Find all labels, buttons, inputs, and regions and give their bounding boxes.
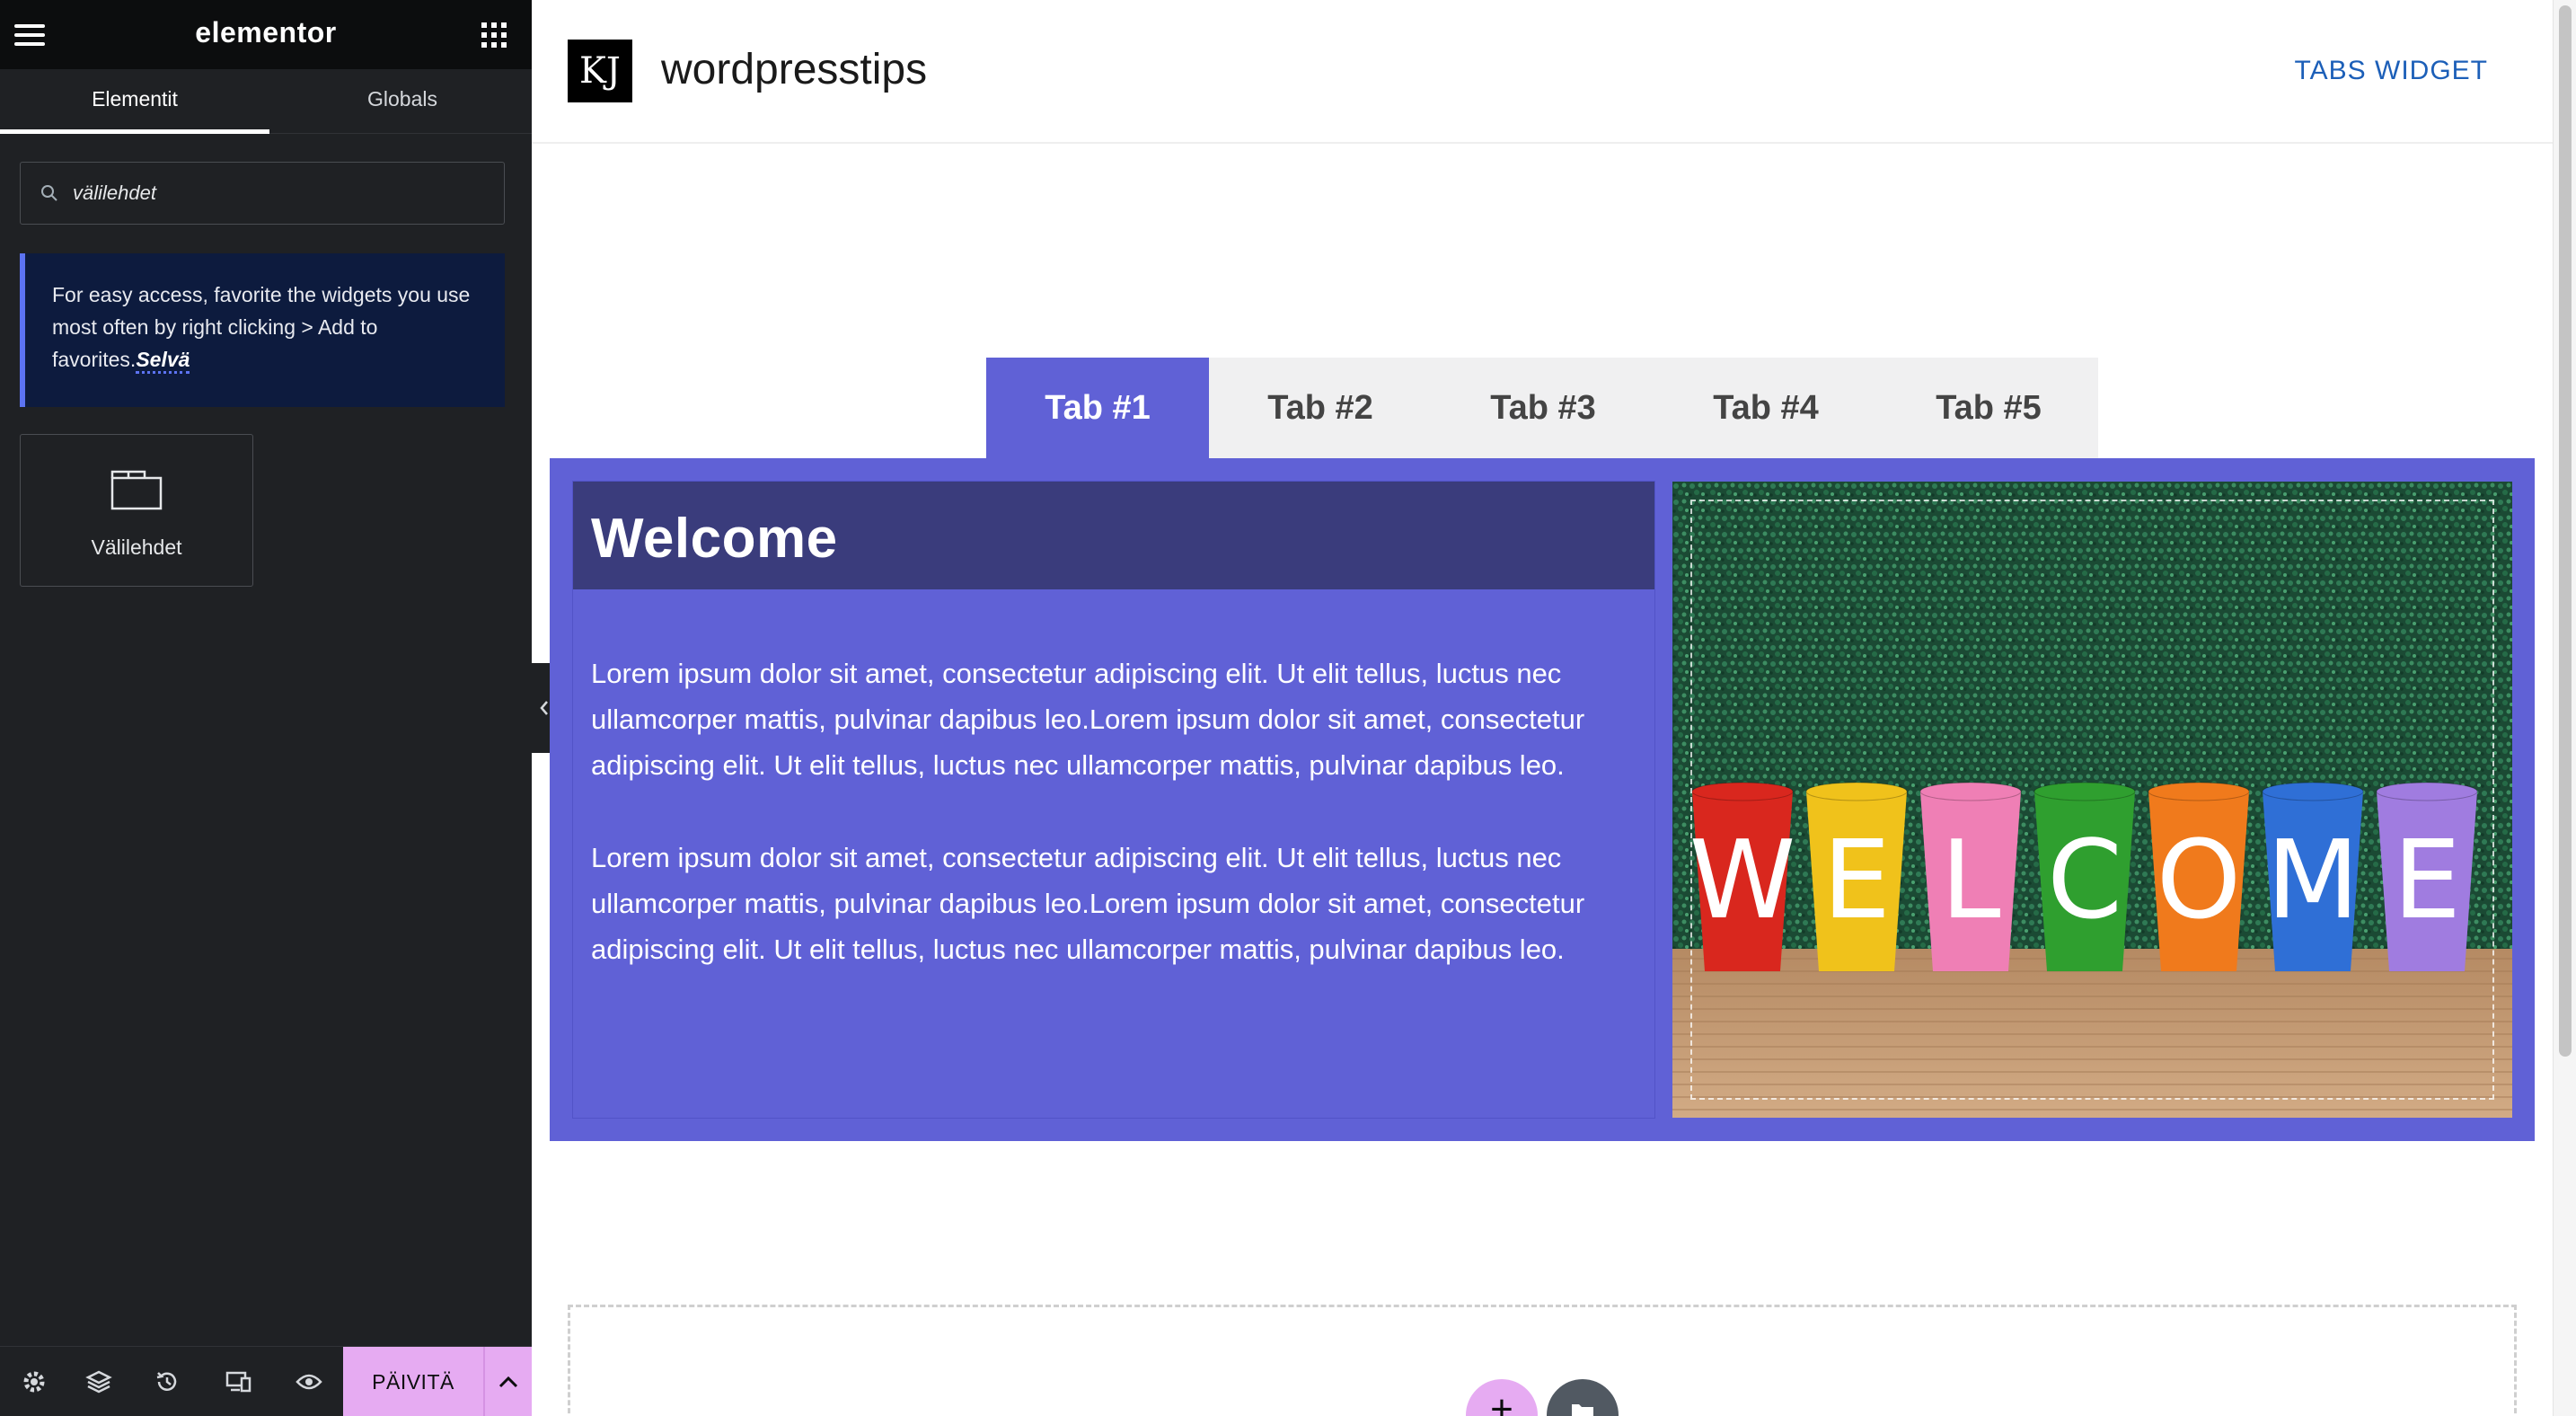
welcome-pot-letter: W [1689,819,1796,943]
chevron-up-icon [498,1376,518,1388]
folder-icon [1572,1404,1593,1416]
welcome-pot-rim [2376,782,2478,801]
search-input[interactable] [73,173,486,213]
preview-icon[interactable] [275,1347,343,1416]
site-logo[interactable]: KJ [568,40,632,102]
welcome-pot-rim [2148,782,2250,801]
chevron-left-icon [540,701,548,715]
welcome-pot-letter: C [2047,819,2122,943]
tab-4[interactable]: Tab #4 [1654,358,1877,458]
widgets-grid-icon[interactable] [481,22,507,48]
responsive-icon[interactable] [205,1347,273,1416]
panel-footer: PÄIVITÄ [0,1346,532,1416]
update-button[interactable]: PÄIVITÄ [343,1347,483,1416]
settings-icon[interactable] [0,1347,68,1416]
tab-2[interactable]: Tab #2 [1209,358,1432,458]
plus-icon: + [1490,1387,1513,1416]
tab-3[interactable]: Tab #3 [1432,358,1654,458]
welcome-pot-letter: M [2266,819,2360,943]
add-section-dropzone[interactable] [568,1305,2517,1416]
welcome-pot-letter: E [1822,819,1891,943]
add-template-button[interactable] [1547,1379,1619,1416]
panel-tabs: Elementit Globals [0,69,532,134]
favorites-notice: For easy access, favorite the widgets yo… [20,253,505,407]
welcome-pot-rim [1691,782,1794,801]
tab-5[interactable]: Tab #5 [1877,358,2100,458]
welcome-photo: WELCOME [1672,482,2512,1118]
welcome-pot-letter: L [1941,819,2001,943]
content-paragraph: Lorem ipsum dolor sit amet, consectetur … [591,842,1585,965]
welcome-pot-letter: O [2157,819,2241,943]
widget-search [20,162,505,225]
page-scrollbar[interactable] [2553,0,2576,1416]
welcome-image[interactable]: WELCOME [1672,482,2512,1118]
navigator-icon[interactable] [65,1347,133,1416]
site-title[interactable]: wordpresstips [661,45,927,94]
welcome-pot-rim [2262,782,2364,801]
tabs-nav: Tab #1 Tab #2 Tab #3 Tab #4 Tab #5 [986,358,2098,458]
search-icon [41,185,57,201]
tab-content-panel: Welcome Lorem ipsum dolor sit amet, cons… [550,458,2535,1141]
tab-globals[interactable]: Globals [269,69,535,134]
heading-bar: Welcome [573,482,1654,589]
tab-1[interactable]: Tab #1 [986,358,1209,458]
welcome-pot-rim [2033,782,2136,801]
tabs-icon [110,470,163,510]
nav-link-tabs-widget[interactable]: TABS WIDGET [2295,56,2488,86]
welcome-pot-rim [1919,782,2022,801]
welcome-pot-letter: E [2393,819,2461,943]
site-header: KJ wordpresstips TABS WIDGET [532,0,2553,144]
elementor-logo: elementor [195,16,337,49]
tab-elements[interactable]: Elementit [0,69,269,134]
panel-header: elementor [0,0,532,69]
content-heading: Welcome [591,508,838,570]
history-icon[interactable] [133,1347,201,1416]
update-options-button[interactable] [483,1347,532,1416]
widget-label: Välilehdet [91,535,182,559]
welcome-pot-rim [1805,782,1908,801]
scrollbar-thumb[interactable] [2559,5,2572,1057]
notice-text: For easy access, favorite the widgets yo… [52,283,471,371]
content-paragraph: Lorem ipsum dolor sit amet, consectetur … [591,658,1585,781]
notice-dismiss-link[interactable]: Selvä [136,348,190,374]
editor-panel: elementor Elementit Globals For easy acc… [0,0,532,1416]
text-column[interactable]: Welcome Lorem ipsum dolor sit amet, cons… [573,482,1654,1118]
widget-tabs[interactable]: Välilehdet [20,434,253,587]
